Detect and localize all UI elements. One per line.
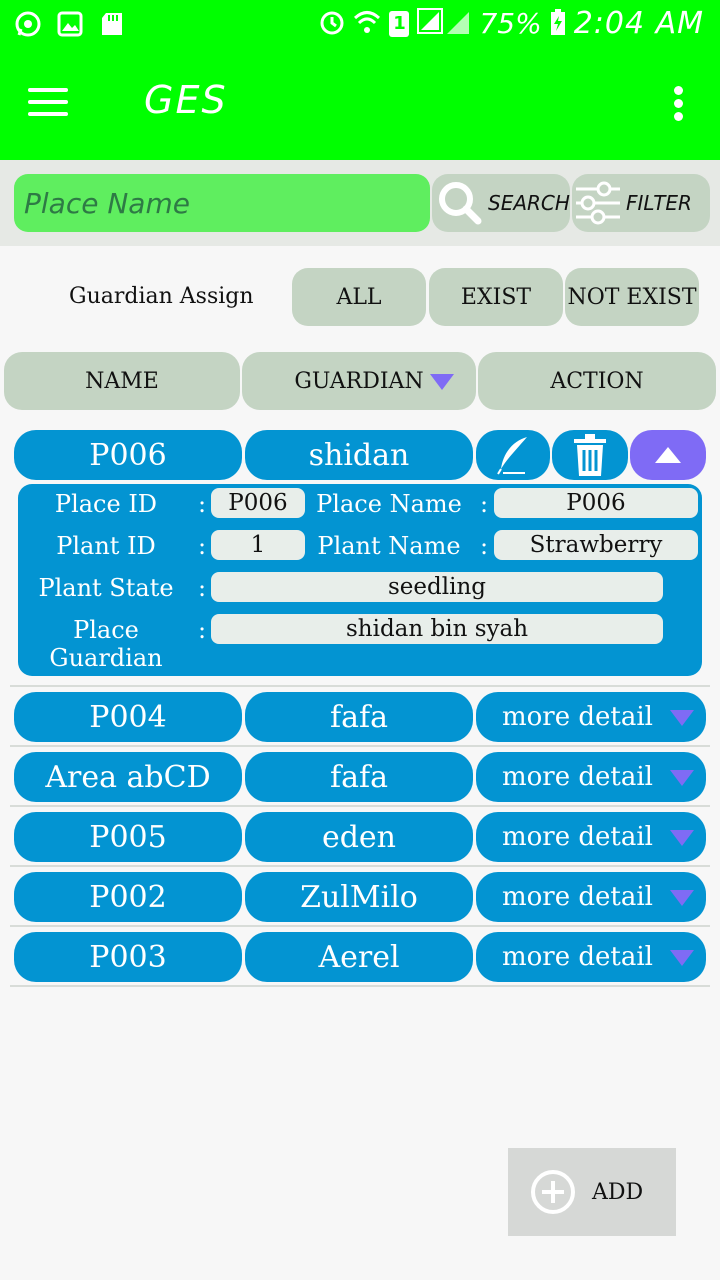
row-name-cell[interactable]: Area abCD <box>14 752 242 802</box>
colon: : <box>198 490 207 518</box>
header-guardian-label: GUARDIAN <box>294 368 424 394</box>
colon: : <box>198 574 207 602</box>
wifi-icon <box>353 9 381 39</box>
battery-charging-icon <box>550 8 566 40</box>
app-bar: GES <box>0 48 720 160</box>
plant-state-label: Plant State <box>38 574 174 602</box>
place-name-search-input[interactable] <box>14 174 430 232</box>
place-guardian-label-line2: Guardian <box>49 644 163 672</box>
plus-circle-icon <box>530 1169 576 1215</box>
search-icon <box>436 179 484 227</box>
more-detail-button[interactable]: more detail <box>476 692 706 742</box>
row-divider <box>10 985 710 987</box>
header-action: ACTION <box>478 352 716 410</box>
more-detail-label: more detail <box>502 942 653 972</box>
more-detail-button[interactable]: more detail <box>476 752 706 802</box>
filter-not-exist-button[interactable]: NOT EXIST <box>565 268 699 326</box>
alarm-icon <box>319 8 345 40</box>
more-detail-button[interactable]: more detail <box>476 872 706 922</box>
plant-name-label: Plant Name <box>317 532 461 560</box>
expand-down-icon <box>670 710 694 726</box>
signal-icon <box>417 7 471 40</box>
row-name-cell[interactable]: P002 <box>14 872 242 922</box>
collapse-button[interactable] <box>630 430 706 480</box>
expand-down-icon <box>670 770 694 786</box>
place-guardian-value: shidan bin syah <box>211 614 663 644</box>
row-guardian-cell[interactable]: ZulMilo <box>245 872 473 922</box>
more-options-icon[interactable] <box>674 86 684 122</box>
detail-panel: Place ID : P006 Place Name : P006 Plant … <box>18 484 702 676</box>
place-guardian-label-line1: Place <box>73 616 139 644</box>
search-button-label: SEARCH <box>488 191 570 215</box>
place-id-label: Place ID <box>54 490 158 518</box>
header-name[interactable]: NAME <box>4 352 240 410</box>
filter-exist-button[interactable]: EXIST <box>429 268 563 326</box>
row-name-cell[interactable]: P004 <box>14 692 242 742</box>
row-divider <box>10 685 710 687</box>
more-detail-button[interactable]: more detail <box>476 932 706 982</box>
gallery-icon <box>56 10 84 38</box>
menu-icon[interactable] <box>28 88 68 118</box>
sim-icon: 1 <box>389 10 410 37</box>
more-detail-label: more detail <box>502 822 653 852</box>
colon: : <box>198 616 207 644</box>
colon: : <box>480 490 489 518</box>
row-guardian-cell[interactable]: fafa <box>245 752 473 802</box>
row-divider <box>10 865 710 867</box>
clock: 2:04 AM <box>573 6 704 41</box>
plant-id-value: 1 <box>211 530 305 560</box>
delete-button[interactable] <box>552 430 628 480</box>
colon: : <box>480 532 489 560</box>
status-bar: 1 75% 2:04 AM <box>0 0 720 48</box>
place-name-value: P006 <box>494 488 698 518</box>
expand-down-icon <box>670 830 694 846</box>
filter-sliders-icon <box>574 181 622 225</box>
search-button[interactable]: SEARCH <box>432 174 570 232</box>
app-title: GES <box>144 78 228 122</box>
row-divider <box>10 925 710 927</box>
filter-all-button[interactable]: ALL <box>292 268 426 326</box>
header-guardian[interactable]: GUARDIAN <box>242 352 476 410</box>
row-guardian-cell[interactable]: eden <box>245 812 473 862</box>
row-guardian-cell[interactable]: shidan <box>245 430 473 480</box>
trash-icon <box>572 433 608 477</box>
search-bar: SEARCH FILTER <box>0 160 720 246</box>
row-name-cell[interactable]: P003 <box>14 932 242 982</box>
chevron-up-icon <box>655 447 681 463</box>
plant-state-value: seedling <box>211 572 663 602</box>
more-detail-label: more detail <box>502 762 653 792</box>
header-name-label: NAME <box>85 368 159 394</box>
add-button[interactable]: ADD <box>508 1148 676 1236</box>
battery-percent: 75% <box>479 7 542 40</box>
row-name-cell[interactable]: P005 <box>14 812 242 862</box>
row-divider <box>10 745 710 747</box>
quill-pen-icon <box>495 435 531 475</box>
sd-card-icon <box>98 10 126 38</box>
plant-name-value: Strawberry <box>494 530 698 560</box>
expand-down-icon <box>670 890 694 906</box>
colon: : <box>198 532 207 560</box>
row-guardian-cell[interactable]: Aerel <box>245 932 473 982</box>
row-divider <box>10 805 710 807</box>
expand-down-icon <box>670 950 694 966</box>
place-name-label: Place Name <box>316 490 462 518</box>
row-guardian-cell[interactable]: fafa <box>245 692 473 742</box>
filter-button-label: FILTER <box>626 191 692 215</box>
more-detail-label: more detail <box>502 882 653 912</box>
guardian-assign-label: Guardian Assign <box>69 284 254 309</box>
whatsapp-icon <box>14 10 42 38</box>
more-detail-label: more detail <box>502 702 653 732</box>
filter-button[interactable]: FILTER <box>572 174 710 232</box>
plant-id-label: Plant ID <box>56 532 156 560</box>
sort-down-icon <box>430 374 454 390</box>
place-id-value: P006 <box>211 488 305 518</box>
more-detail-button[interactable]: more detail <box>476 812 706 862</box>
add-button-label: ADD <box>592 1179 644 1205</box>
edit-button[interactable] <box>476 430 550 480</box>
header-action-label: ACTION <box>550 368 644 394</box>
row-name-cell[interactable]: P006 <box>14 430 242 480</box>
